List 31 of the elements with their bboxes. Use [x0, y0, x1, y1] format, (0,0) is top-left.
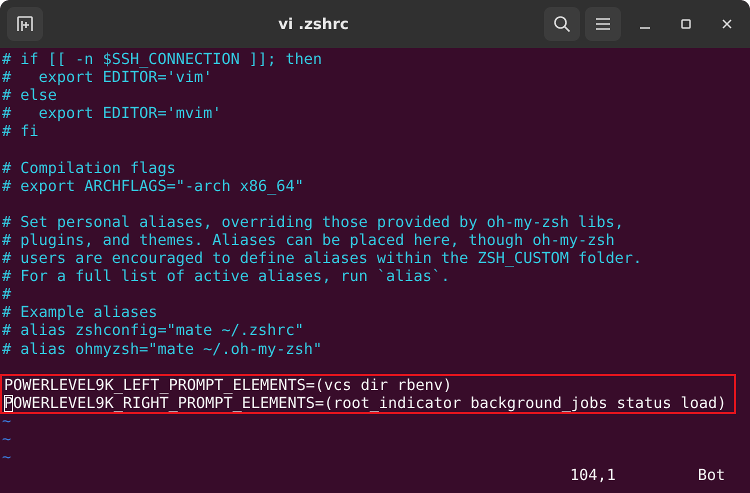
- cursor-position: 104,1: [570, 466, 616, 484]
- comment-line: # alias ohmyzsh="mate ~/.oh-my-zsh": [2, 340, 322, 358]
- code-line: POWERLEVEL9K_LEFT_PROMPT_ELEMENTS=(vcs dir rbenv): [4, 376, 452, 394]
- comment-line: # plugins, and themes. Aliases can be placed here, though oh-my-zsh: [2, 230, 615, 249]
- empty-line-marker: ~: [2, 412, 12, 430]
- minimize-icon: [640, 27, 650, 29]
- menu-icon: [596, 18, 610, 30]
- comment-line: # Set personal aliases, overriding those provided by oh-my-zsh libs,: [2, 212, 624, 231]
- comment-line: # else: [2, 86, 57, 104]
- comment-line: #: [2, 285, 12, 304]
- search-icon: [553, 15, 571, 33]
- comment-line: # For a full list of active aliases, run `alias`.: [2, 267, 450, 286]
- comment-line: # Compilation flags: [2, 158, 176, 177]
- comment-line: # export EDITOR='mvim': [2, 104, 222, 122]
- menu-button[interactable]: [585, 7, 621, 41]
- comment-line: # export EDITOR='vim': [2, 68, 212, 86]
- close-icon: [722, 19, 732, 29]
- empty-line-marker: ~: [2, 448, 12, 466]
- empty-line-marker: ~: [2, 430, 12, 448]
- comment-line: # fi: [2, 122, 39, 140]
- search-button[interactable]: [544, 7, 580, 41]
- new-tab-icon: [16, 15, 34, 33]
- window-title: vi .zshrc: [277, 15, 350, 33]
- comment-line: # export ARCHFLAGS="-arch x86_64": [2, 176, 304, 195]
- comment-line: # Example aliases: [2, 303, 158, 322]
- new-tab-button[interactable]: [7, 7, 43, 41]
- comment-line: # users are encouraged to define aliases within the ZSH_CUSTOM folder.: [2, 249, 642, 268]
- scroll-position: Bot: [698, 466, 726, 484]
- comment-line: # alias zshconfig="mate ~/.zshrc": [2, 321, 304, 340]
- maximize-icon: [681, 19, 691, 29]
- comment-line: # if [[ -n $SSH_CONNECTION ]]; then: [2, 50, 322, 68]
